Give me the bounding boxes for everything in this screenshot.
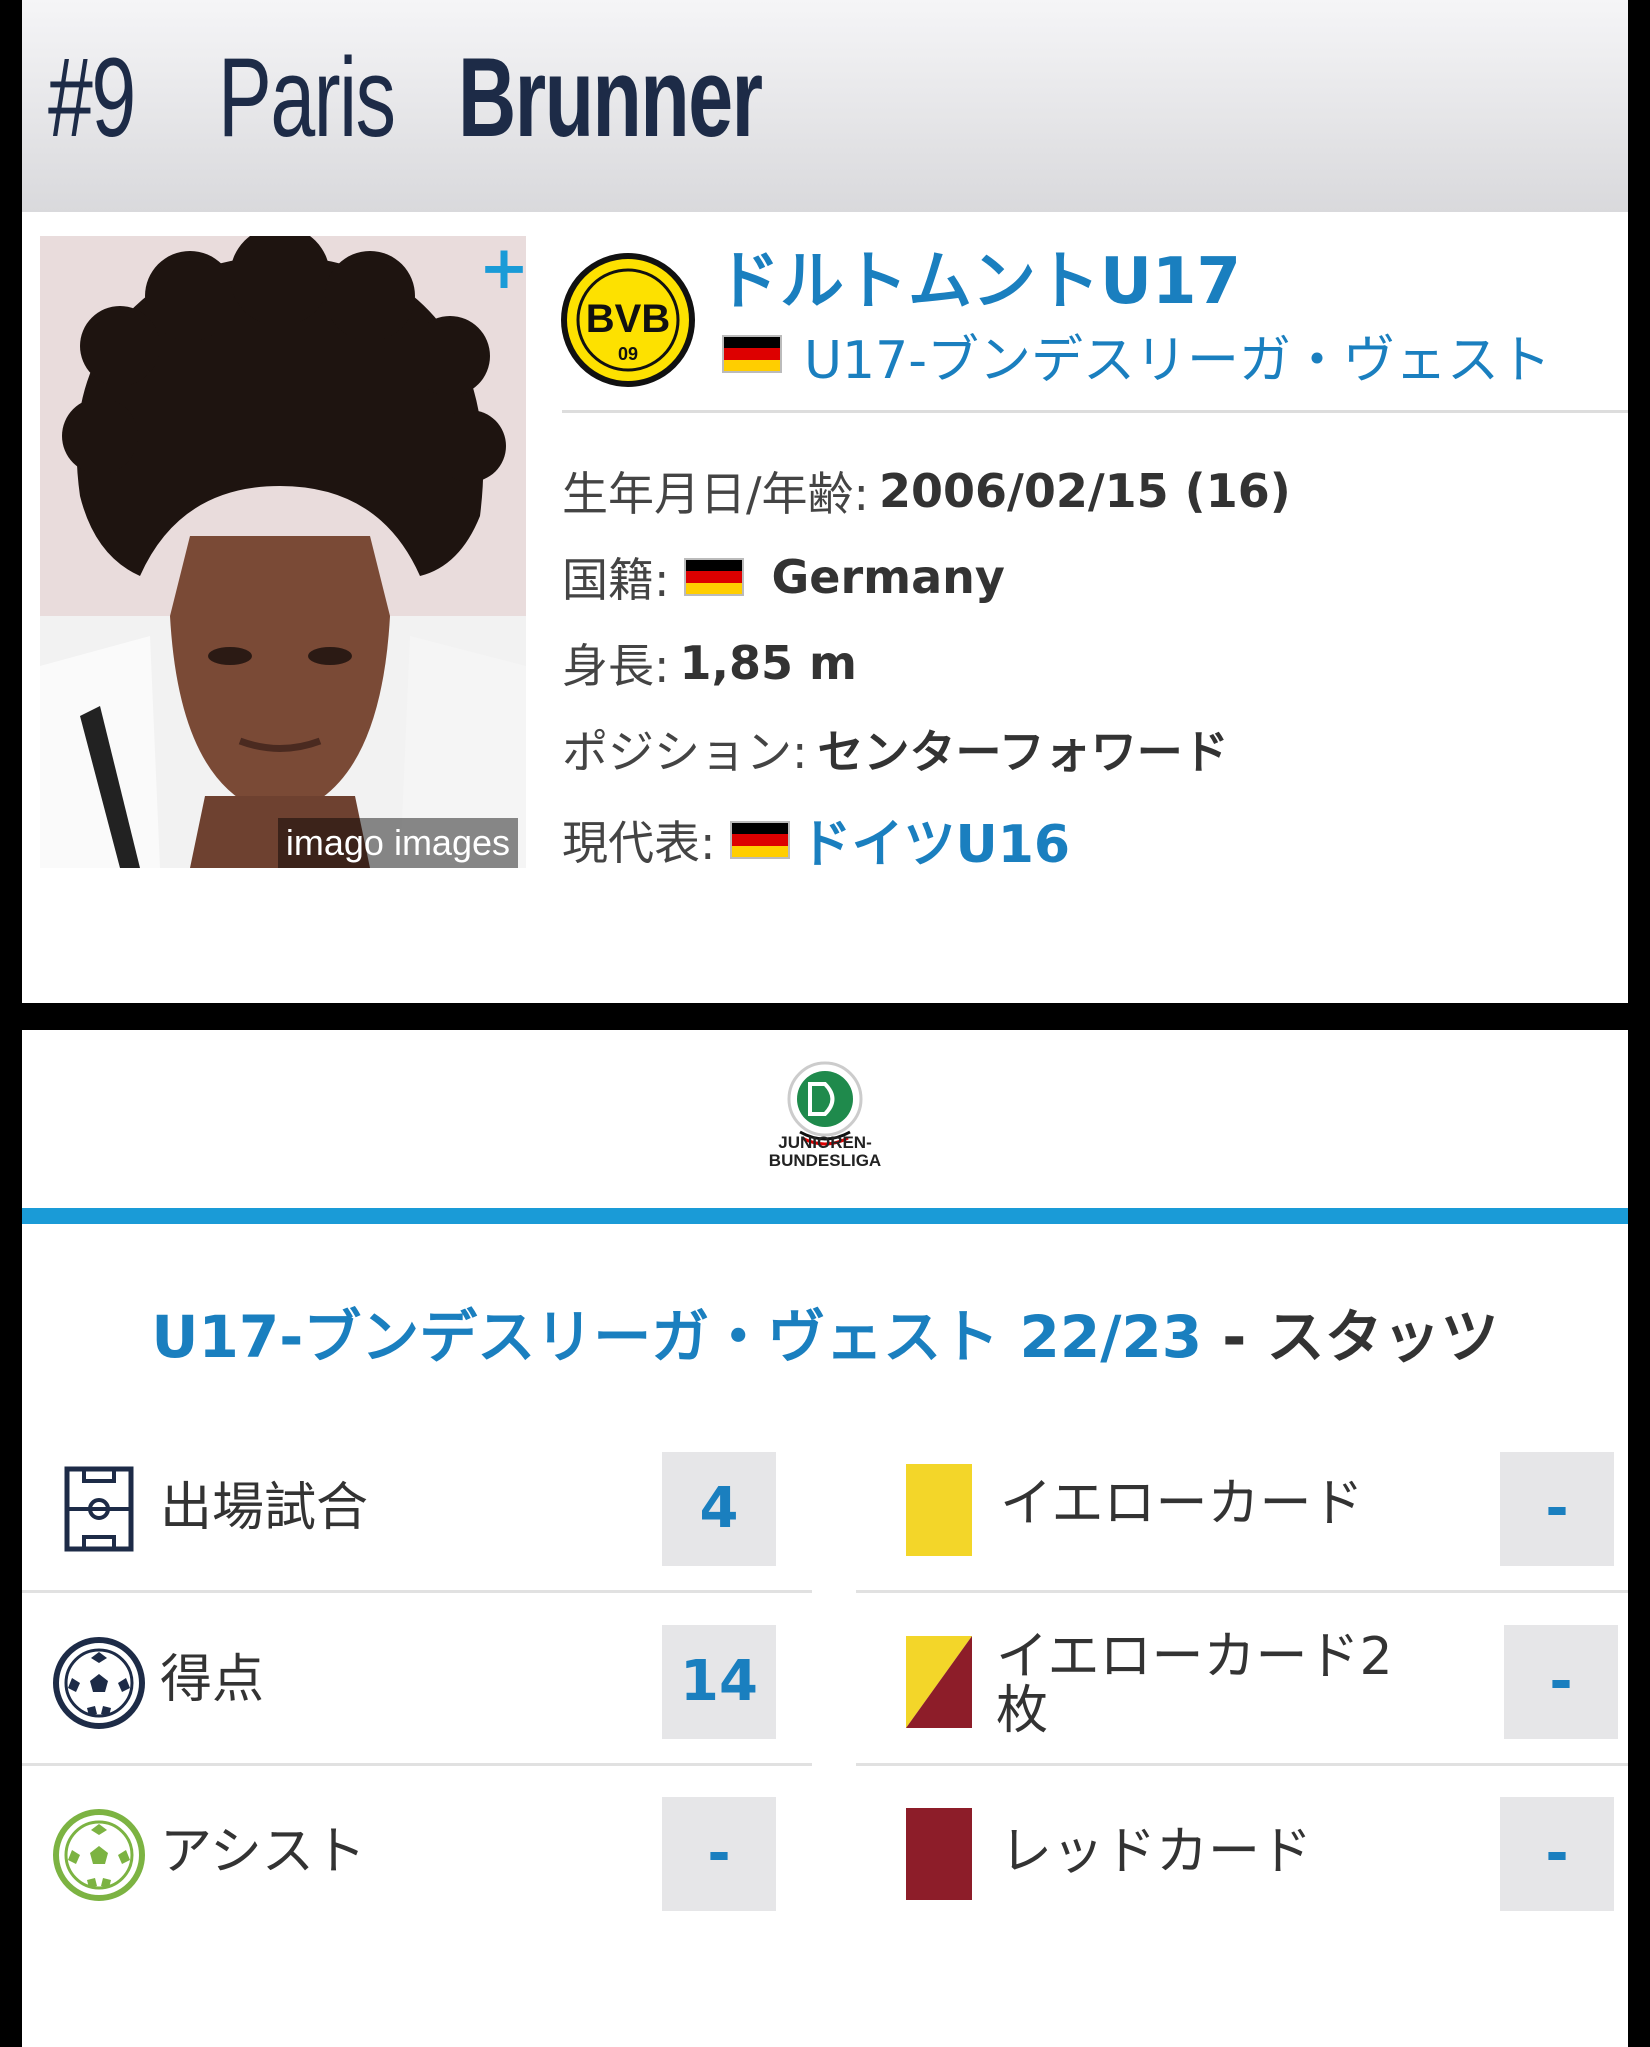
second-yellow-value[interactable]: -: [1504, 1625, 1618, 1739]
goals-value[interactable]: 14: [662, 1625, 776, 1739]
height-row: 身長: 1,85 m: [562, 630, 857, 696]
stats-divider: [22, 1590, 812, 1593]
info-divider: [562, 410, 1628, 413]
player-first-name: Paris: [218, 35, 396, 160]
ball-icon: [53, 1637, 145, 1729]
germany-flag-icon: [683, 558, 744, 596]
second-yellow-label-line1: イエローカード2: [996, 1627, 1393, 1687]
national-team-label: 現代表:: [562, 815, 716, 870]
assists-value[interactable]: -: [662, 1797, 776, 1911]
nationality-value: Germany: [771, 550, 1005, 604]
stats-title-separator: -: [1202, 1303, 1267, 1371]
national-team-row: 現代表: ドイツU16: [562, 802, 1070, 877]
position-value: センターフォワード: [817, 725, 1229, 779]
birthdate-row: 生年月日/年齢: 2006/02/15 (16): [562, 458, 1291, 524]
nationality-label: 国籍:: [562, 553, 670, 607]
national-team-link[interactable]: ドイツU16: [800, 802, 1071, 877]
stats-divider: [856, 1590, 1628, 1593]
birthdate-label: 生年月日/年齢:: [562, 467, 869, 521]
stats-title-suffix: スタッツ: [1266, 1303, 1499, 1371]
stats-divider: [22, 1763, 812, 1766]
yellow-cards-value[interactable]: -: [1500, 1452, 1614, 1566]
bvb-logo-text: BVB: [586, 297, 670, 341]
stats-accent-bar: [22, 1208, 1628, 1224]
nationality-row: 国籍: Germany: [562, 544, 1005, 610]
junioren-bundesliga-wordmark: JUNIOREN- BUNDESLIGA: [740, 1134, 910, 1170]
birthdate-value: 2006/02/15 (16): [879, 464, 1291, 518]
position-row: ポジション: センターフォワード: [562, 716, 1229, 782]
second-yellow-label: イエローカード2 枚: [996, 1630, 1393, 1738]
position-label: ポジション:: [562, 725, 808, 779]
shirt-number: #9: [48, 35, 136, 160]
league-logo-line2: BUNDESLIGA: [768, 1151, 882, 1170]
add-photo-icon[interactable]: +: [474, 238, 534, 298]
league-name-link[interactable]: U17-ブンデスリーガ・ヴェスト: [804, 318, 1551, 393]
germany-flag-icon: [722, 335, 782, 373]
appearances-label: 出場試合: [160, 1478, 369, 1538]
stats-card: [22, 1030, 1628, 2047]
assists-label: アシスト: [160, 1822, 366, 1882]
stats-league-link[interactable]: U17-ブンデスリーガ・ヴェスト 22/23: [151, 1303, 1202, 1371]
height-label: 身長:: [562, 639, 670, 693]
appearances-value[interactable]: 4: [662, 1452, 776, 1566]
stats-divider: [856, 1763, 1628, 1766]
yellow-cards-label: イエローカード: [1000, 1474, 1364, 1534]
player-header: #9 Paris Brunner: [22, 0, 1628, 212]
second-yellow-label-line2: 枚: [996, 1681, 1049, 1741]
bvb-logo-year: 09: [618, 344, 638, 364]
player-last-name: Brunner: [458, 35, 763, 160]
assist-ball-icon: [53, 1809, 145, 1901]
photo-credit: imago images: [277, 818, 518, 868]
yellow-red-card-icon: [906, 1636, 972, 1728]
player-photo[interactable]: imago images: [40, 236, 526, 868]
red-cards-value[interactable]: -: [1500, 1797, 1614, 1911]
club-name-link[interactable]: ドルトムントU17: [716, 230, 1241, 322]
stats-title: U17-ブンデスリーガ・ヴェスト 22/23 - スタッツ: [0, 1290, 1650, 1374]
height-value: 1,85 m: [679, 636, 857, 690]
pitch-icon: [64, 1466, 134, 1552]
goals-label: 得点: [160, 1650, 265, 1710]
player-header-card: #9 Paris Brunner imago images + BVB 09 ド…: [22, 0, 1628, 1003]
yellow-card-icon: [906, 1464, 972, 1556]
red-cards-label: レッドカード: [1000, 1822, 1313, 1882]
germany-flag-icon: [729, 820, 790, 859]
red-card-icon: [906, 1808, 972, 1900]
league-logo-line1: JUNIOREN-: [778, 1133, 872, 1152]
player-portrait-illustration: [40, 236, 526, 868]
bvb-logo-icon[interactable]: BVB 09: [560, 252, 696, 388]
